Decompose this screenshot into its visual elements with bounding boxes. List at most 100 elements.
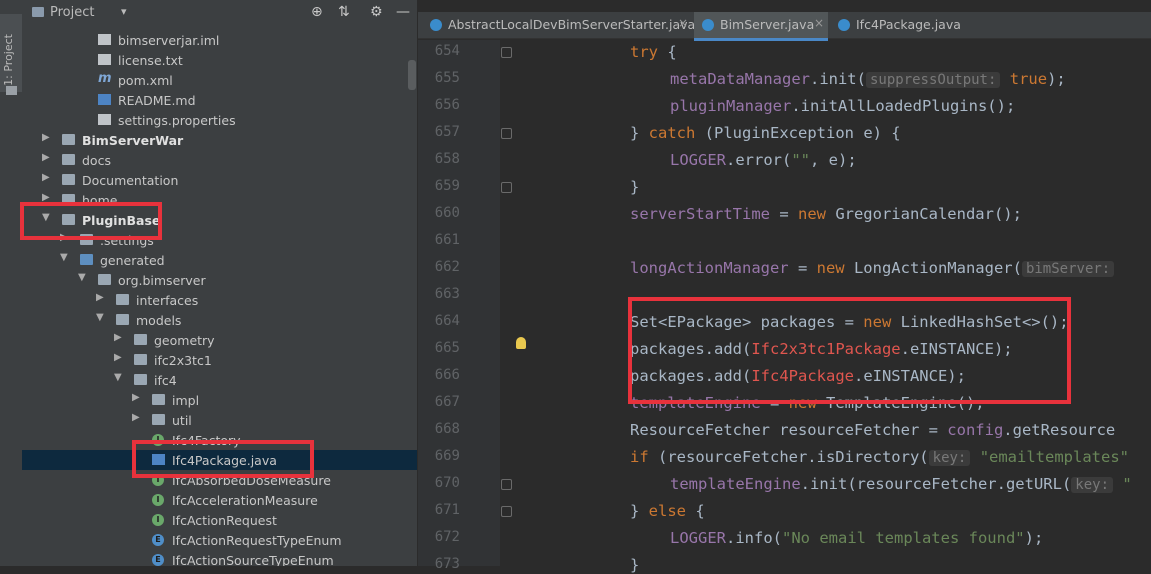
code-token: new	[816, 259, 845, 277]
tree-item-label: org.bimserver	[118, 273, 206, 288]
tree-item[interactable]: ▼ generated	[22, 250, 417, 270]
code-token: metaDataManager	[670, 70, 810, 88]
tree-item-label: BimServerWar	[82, 133, 184, 148]
close-icon[interactable]: ×	[678, 16, 688, 30]
expanded-arrow-icon[interactable]: ▼	[96, 312, 104, 323]
collapsed-arrow-icon[interactable]: ▶	[114, 352, 122, 363]
file-icon	[98, 54, 111, 65]
collapse-all-icon[interactable]: ⇅	[338, 4, 350, 20]
parameter-hint: suppressOutput:	[865, 72, 1001, 88]
tree-item-label: IfcAccelerationMeasure	[172, 493, 318, 508]
code-line[interactable]: longActionManager = new LongActionManage…	[630, 259, 1115, 277]
tree-item[interactable]: ▶ docs	[22, 150, 417, 170]
tab-abstractlocaldevbimserverstarter[interactable]: AbstractLocalDevBimServerStarter.java ×	[424, 12, 695, 38]
callout-packages-code	[628, 297, 1071, 404]
collapsed-arrow-icon[interactable]: ▶	[96, 292, 104, 303]
line-number: 664	[434, 313, 460, 329]
tree-item[interactable]: settings.properties	[22, 110, 417, 130]
line-number: 654	[434, 43, 460, 59]
collapsed-arrow-icon[interactable]: ▶	[132, 392, 140, 403]
code-line[interactable]: ResourceFetcher resourceFetcher = config…	[630, 421, 1115, 439]
tree-item[interactable]: ▶ BimServerWar	[22, 130, 417, 150]
tree-item-label: util	[172, 413, 192, 428]
tree-item[interactable]: ▼ ifc4	[22, 370, 417, 390]
tree-item[interactable]: ▶ geometry	[22, 330, 417, 350]
line-number: 659	[434, 178, 460, 194]
expanded-arrow-icon[interactable]: ▼	[78, 272, 86, 283]
tree-item[interactable]: ▼ models	[22, 310, 417, 330]
maven-icon: m	[98, 71, 112, 86]
locate-icon[interactable]: ⊕	[311, 4, 323, 20]
code-token: catch	[648, 124, 696, 142]
tree-item[interactable]: ▶ Documentation	[22, 170, 417, 190]
tree-item[interactable]: ▶ impl	[22, 390, 417, 410]
scrollbar-thumb[interactable]	[408, 60, 416, 90]
code-line[interactable]: if (resourceFetcher.isDirectory(key: "em…	[630, 448, 1129, 466]
project-tool-label: 1: Project	[2, 34, 15, 86]
fold-marker-icon[interactable]	[501, 182, 512, 193]
tree-item[interactable]: license.txt	[22, 50, 417, 70]
code-line[interactable]: try {	[630, 43, 677, 61]
code-line[interactable]: }	[630, 178, 639, 196]
fold-marker-icon[interactable]	[501, 506, 512, 517]
lightbulb-icon[interactable]	[516, 337, 526, 349]
hide-panel-icon[interactable]: —	[396, 4, 410, 20]
tree-item[interactable]: README.md	[22, 90, 417, 110]
tree-item[interactable]: I IfcActionRequest	[22, 510, 417, 530]
line-number: 658	[434, 151, 460, 167]
code-line[interactable]: } else {	[630, 502, 705, 520]
tree-item[interactable]: bimserverjar.iml	[22, 30, 417, 50]
markdown-icon	[98, 94, 111, 105]
code-line[interactable]: } catch (PluginException e) {	[630, 124, 901, 142]
code-line[interactable]: pluginManager.initAllLoadedPlugins();	[670, 97, 1015, 115]
tree-item[interactable]: m pom.xml	[22, 70, 417, 90]
line-number: 666	[434, 367, 460, 383]
tree-item-label: ifc2x3tc1	[154, 353, 212, 368]
tree-item[interactable]: ▼ org.bimserver	[22, 270, 417, 290]
code-token: new	[797, 205, 826, 223]
code-token: .initAllLoadedPlugins();	[791, 97, 1016, 115]
code-token: .error(	[726, 151, 792, 169]
tab-bimserver[interactable]: BimServer.java ×	[694, 12, 828, 41]
code-line[interactable]: }	[630, 556, 639, 574]
project-panel-title[interactable]: Project	[50, 5, 94, 20]
collapsed-arrow-icon[interactable]: ▶	[132, 412, 140, 423]
tree-item-label: bimserverjar.iml	[118, 33, 220, 48]
fold-marker-icon[interactable]	[501, 47, 512, 58]
tree-item[interactable]: ▶ util	[22, 410, 417, 430]
close-icon[interactable]: ×	[814, 16, 824, 30]
collapsed-arrow-icon[interactable]: ▶	[114, 332, 122, 343]
tab-ifc4package[interactable]: Ifc4Package.java	[834, 12, 964, 38]
project-tool-tab[interactable]: 1: Project	[0, 14, 22, 95]
tree-item-label: IfcActionRequest	[172, 513, 277, 528]
code-line[interactable]: LOGGER.info("No email templates found");	[670, 529, 1043, 547]
collapsed-arrow-icon[interactable]: ▶	[42, 132, 50, 143]
tree-item[interactable]: I IfcAccelerationMeasure	[22, 490, 417, 510]
expanded-arrow-icon[interactable]: ▼	[60, 252, 68, 263]
fold-marker-icon[interactable]	[501, 128, 512, 139]
code-line[interactable]: LOGGER.error("", e);	[670, 151, 857, 169]
tree-item-label: IfcActionRequestTypeEnum	[172, 533, 342, 548]
code-token: "emailtemplates"	[970, 448, 1129, 466]
tree-item[interactable]: E IfcActionRequestTypeEnum	[22, 530, 417, 550]
expanded-arrow-icon[interactable]: ▼	[114, 372, 122, 383]
tool-window-strip: 1: Project	[0, 0, 23, 566]
code-line[interactable]: templateEngine.init(resourceFetcher.getU…	[670, 475, 1132, 493]
folder-icon	[152, 394, 165, 405]
fold-marker-icon[interactable]	[501, 479, 512, 490]
code-line[interactable]: serverStartTime = new GregorianCalendar(…	[630, 205, 1022, 223]
folder-icon	[98, 274, 111, 285]
collapsed-arrow-icon[interactable]: ▶	[42, 172, 50, 183]
java-class-icon	[430, 19, 442, 31]
code-line[interactable]: metaDataManager.init(suppressOutput: tru…	[670, 70, 1066, 88]
tree-item[interactable]: ▶ ifc2x3tc1	[22, 350, 417, 370]
tree-item[interactable]: E IfcActionSourceTypeEnum	[22, 550, 417, 566]
chevron-down-icon[interactable]: ▾	[121, 5, 127, 18]
collapsed-arrow-icon[interactable]: ▶	[42, 152, 50, 163]
tree-item[interactable]: ▶ interfaces	[22, 290, 417, 310]
gear-icon[interactable]: ⚙	[370, 4, 383, 20]
line-number: 670	[434, 475, 460, 491]
folder-icon	[62, 174, 75, 185]
code-token: LOGGER	[670, 151, 726, 169]
code-token: pluginManager	[670, 97, 792, 115]
